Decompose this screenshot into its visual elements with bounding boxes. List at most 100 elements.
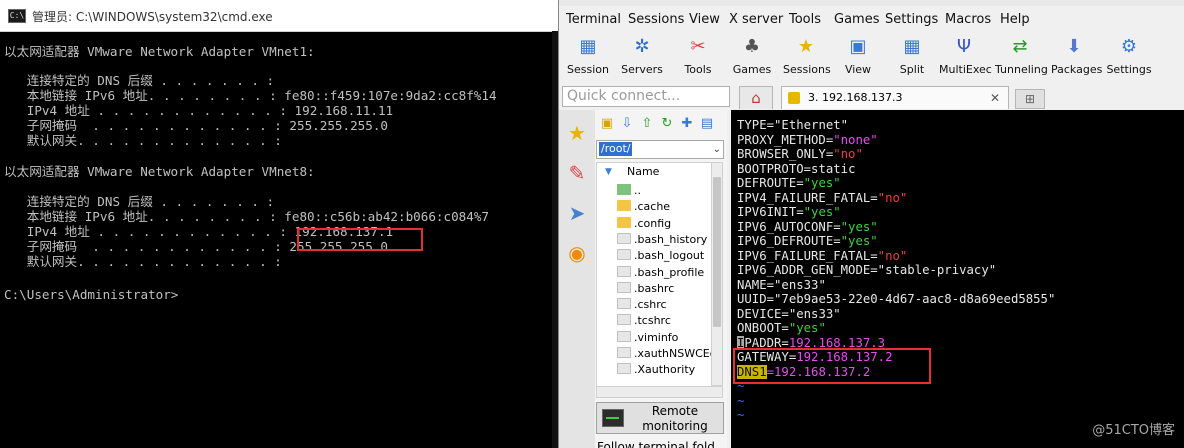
toolbar-settings-button[interactable]: ⚙ Settings — [1106, 34, 1152, 76]
download-icon[interactable]: ⇩ — [619, 116, 635, 132]
file-name: .. — [634, 184, 641, 197]
new-tab-button[interactable]: ⊞ — [1015, 89, 1045, 109]
menu-x-server[interactable]: X server — [729, 12, 783, 27]
terminal-line: DEVICE="ens33" — [737, 307, 841, 322]
file-row[interactable]: .. — [617, 183, 711, 199]
remote-monitoring-label: Remote monitoring — [642, 404, 708, 433]
toolbar-tunneling-button[interactable]: ⇄ Tunneling — [995, 34, 1048, 76]
refresh-icon[interactable]: ↻ — [659, 116, 675, 132]
toolbar-view-button[interactable]: ▣ View — [835, 34, 881, 76]
home-tab[interactable]: ⌂ — [739, 86, 773, 109]
file-row[interactable]: .Xauthority — [617, 362, 711, 378]
multiexec-icon: Ψ — [956, 36, 972, 57]
help-icon: ? — [1180, 36, 1184, 58]
file-row[interactable]: .viminfo — [617, 330, 711, 346]
tools-sidebar-icon[interactable]: ✎ — [564, 160, 590, 186]
toolbar-label: Packages — [1051, 63, 1103, 76]
file-list[interactable]: ▼ Name .. .cache .config .bash_history .bash… — [596, 162, 712, 388]
toolbar-label: Settings — [1106, 63, 1152, 76]
file-row[interactable]: .tcshrc — [617, 313, 711, 329]
menu-macros[interactable]: Macros — [945, 12, 991, 27]
cmd-output[interactable]: 以太网适配器 VMware Network Adapter VMnet1: 连接… — [0, 31, 552, 448]
close-icon[interactable]: ✕ — [990, 87, 1000, 109]
cmd-line: 连接特定的 DNS 后缀 . . . . . . . : — [4, 73, 275, 88]
file-name: .bash_history — [634, 232, 708, 246]
toolbar-multiexec-button[interactable]: Ψ MultiExec — [939, 34, 992, 76]
cmd-line: 连接特定的 DNS 后缀 . . . . . . . : — [4, 194, 275, 209]
file-name: .xauthNSWCEo — [634, 347, 711, 360]
file-list-scrollbar[interactable] — [711, 162, 723, 386]
config-value: "7eb9ae53-22e0-4d67-aac8-d8a69eed5855" — [774, 292, 1056, 306]
toolbar-session-button[interactable]: ▦ Session — [565, 34, 611, 76]
cmd-line: 默认网关. . . . . . . . . . . . . : — [4, 133, 282, 148]
file-row[interactable]: .bashrc — [617, 281, 711, 297]
new-folder-icon[interactable]: ✚ — [679, 116, 695, 132]
ssh-key-icon — [788, 92, 800, 104]
menu-tools[interactable]: Tools — [789, 12, 821, 27]
file-icon — [617, 298, 631, 310]
new-file-icon[interactable]: ▤ — [699, 116, 715, 132]
star-icon[interactable]: ★ — [564, 120, 590, 146]
sftp-globe-icon[interactable]: ◉ — [564, 240, 590, 266]
sessions-star-icon: ★ — [797, 36, 815, 57]
file-icon — [617, 314, 631, 326]
paper-plane-icon[interactable]: ➤ — [564, 200, 590, 226]
path-select[interactable]: /root/ ⌄ — [596, 140, 724, 159]
config-value: "yes" — [803, 176, 841, 190]
toolbar-servers-button[interactable]: ✲ Servers — [619, 34, 665, 76]
menu-sessions[interactable]: Sessions — [628, 12, 684, 27]
file-row[interactable]: .config — [617, 216, 711, 232]
toolbar-label: Split — [899, 63, 925, 76]
toolbar-tools-button[interactable]: ✂ Tools — [675, 34, 721, 76]
folder-up-icon[interactable]: ▣ — [599, 116, 615, 132]
cmd-title: 管理员: C:\WINDOWS\system32\cmd.exe — [32, 10, 273, 24]
config-key: ~ — [737, 408, 745, 422]
terminal-area[interactable]: TYPE="Ethernet" PROXY_METHOD="none" BROWSE… — [731, 110, 1184, 448]
toolbar-label: Tools — [684, 63, 712, 76]
file-icon — [617, 330, 631, 342]
home-icon: ⌂ — [751, 89, 761, 107]
file-list-header[interactable]: ▼ Name — [597, 163, 711, 181]
file-list-hscrollbar[interactable] — [596, 386, 723, 398]
file-row[interactable]: .bash_profile — [617, 265, 711, 281]
sftp-toolbar: ▣ ⇩ ⇧ ↻ ✚ ▤ — [597, 116, 725, 136]
session-tab[interactable]: 3. 192.168.137.3 ✕ — [781, 86, 1009, 109]
cmd-titlebar[interactable]: C:\ 管理员: C:\WINDOWS\system32\cmd.exe — [0, 0, 558, 32]
config-value: "ens33" — [788, 306, 841, 321]
menu-help[interactable]: Help — [1000, 12, 1030, 27]
side-panel-tabs: ★ ✎ ➤ ◉ — [559, 110, 596, 448]
toolbar-packages-button[interactable]: ⬇ Packages — [1051, 34, 1103, 76]
ipv4-highlight-box — [297, 228, 423, 251]
menu-terminal[interactable]: Terminal — [566, 12, 621, 27]
folder-icon — [617, 200, 631, 212]
toolbar-label: Session — [567, 63, 609, 76]
name-column-header: Name — [627, 165, 660, 178]
file-row[interactable]: .cshrc — [617, 297, 711, 313]
file-row[interactable]: .xauthNSWCEo — [617, 346, 711, 362]
terminal-line: IPV6_DEFROUTE="yes" — [737, 234, 878, 249]
tunneling-icon: ⇄ — [1012, 36, 1028, 57]
menu-view[interactable]: View — [689, 12, 720, 27]
menu-settings[interactable]: Settings — [885, 12, 938, 27]
file-icon — [617, 347, 631, 358]
quick-connect-input[interactable]: Quick connect... — [562, 86, 730, 107]
toolbar-split-button[interactable]: ▦ Split — [889, 34, 935, 76]
file-row[interactable]: .bash_history — [617, 232, 711, 248]
watermark: @51CTO博客 — [1092, 423, 1175, 438]
menu-games[interactable]: Games — [834, 12, 879, 27]
file-row[interactable]: .cache — [617, 199, 711, 215]
config-value: static — [811, 161, 856, 176]
config-value: "none" — [833, 132, 878, 147]
upload-icon[interactable]: ⇧ — [639, 116, 655, 132]
remote-monitoring-button[interactable]: Remote monitoring — [596, 402, 724, 434]
cmd-line: 本地链接 IPv6 地址. . . . . . . . : fe80::f459… — [4, 88, 497, 103]
follow-terminal-checkbox[interactable]: Follow terminal fold — [597, 440, 715, 448]
menu-bar: Terminal Sessions View X server Tools Games Se… — [559, 12, 1184, 32]
toolbar-label: Tunneling — [995, 63, 1048, 76]
terminal-line: PROXY_METHOD="none" — [737, 133, 878, 148]
toolbar-games-button[interactable]: ♣ Games — [729, 34, 775, 76]
toolbar-sessions-button[interactable]: ★ Sessions — [783, 34, 831, 76]
config-value: "yes" — [840, 219, 878, 234]
file-row[interactable]: .bash_logout — [617, 248, 711, 264]
toolbar-he-button[interactable]: ? He — [1169, 34, 1184, 76]
